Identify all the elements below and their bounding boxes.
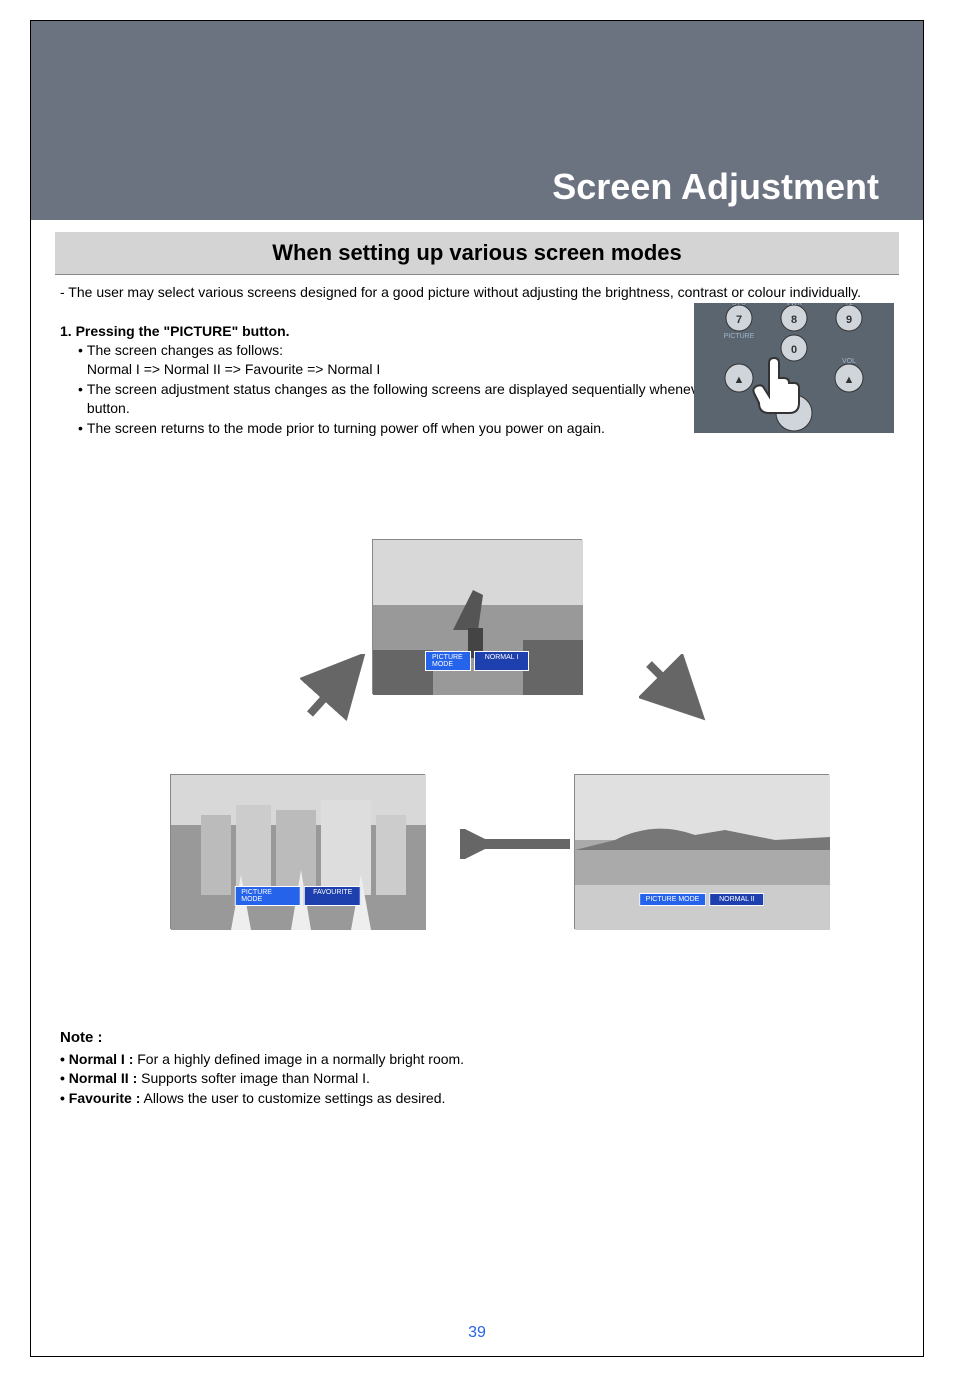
note-item: • Favourite : Allows the user to customi… — [60, 1089, 894, 1109]
bullet-icon: • — [78, 341, 83, 380]
svg-text:▲: ▲ — [734, 374, 745, 386]
note-text: Supports softer image than Normal I. — [137, 1070, 370, 1086]
mode-bar: PICTURE MODE NORMAL II — [639, 893, 765, 906]
note-text: Allows the user to customize settings as… — [140, 1090, 445, 1106]
svg-text:7: 7 — [736, 314, 742, 326]
svg-text:PICTURE: PICTURE — [724, 333, 755, 340]
mode-value: NORMAL II — [709, 893, 764, 906]
svg-text:8: 8 — [791, 314, 797, 326]
note-label: • Normal II : — [60, 1070, 137, 1086]
svg-text:STU: STU — [732, 303, 746, 307]
svg-text:0: 0 — [791, 344, 797, 356]
note-text: For a highly defined image in a normally… — [133, 1051, 464, 1067]
bullet-icon: • — [78, 419, 83, 439]
tv-screen-normal-ii: PICTURE MODE NORMAL II — [574, 774, 829, 929]
note-label: • Normal I : — [60, 1051, 133, 1067]
mode-label: PICTURE MODE — [425, 651, 471, 671]
notes-section: Note : • Normal I : For a highly defined… — [60, 1029, 894, 1109]
note-item: • Normal II : Supports softer image than… — [60, 1069, 894, 1089]
step-section: 1. Pressing the "PICTURE" button. • The … — [60, 323, 894, 439]
arrow-top-right-icon — [639, 654, 709, 724]
mode-value: NORMAL I — [474, 651, 529, 671]
tv-screen-favourite: PICTURE MODE FAVOURITE — [170, 774, 425, 929]
arrow-top-left-icon — [300, 654, 370, 724]
notes-heading: Note : — [60, 1029, 894, 1046]
svg-text:VWX: VWX — [786, 303, 802, 307]
diagram-area: PICTURE MODE NORMAL I PICTURE MODE NORMA… — [30, 539, 924, 929]
arrow-bottom-icon — [460, 829, 580, 859]
tv-screen-normal-i: PICTURE MODE NORMAL I — [372, 539, 582, 694]
page-number: 39 — [468, 1324, 486, 1342]
bullet-icon: • — [78, 380, 83, 419]
mode-bar: PICTURE MODE NORMAL I — [425, 651, 529, 671]
content-area: When setting up various screen modes - T… — [30, 220, 924, 1357]
remote-control-illustration: 7 8 9 STU VWX YZ 0 PICTURE VOL ▲ ▲ — [694, 303, 894, 433]
svg-text:▲: ▲ — [844, 374, 855, 386]
section-title: When setting up various screen modes — [55, 232, 899, 275]
intro-text: - The user may select various screens de… — [60, 283, 894, 303]
mode-value: FAVOURITE — [304, 886, 361, 906]
svg-text:9: 9 — [846, 314, 852, 326]
svg-text:YZ: YZ — [845, 303, 855, 307]
note-item: • Normal I : For a highly defined image … — [60, 1050, 894, 1070]
note-label: • Favourite : — [60, 1090, 140, 1106]
mode-label: PICTURE MODE — [639, 893, 707, 906]
mode-label: PICTURE MODE — [234, 886, 301, 906]
mode-bar: PICTURE MODE FAVOURITE — [234, 886, 361, 906]
